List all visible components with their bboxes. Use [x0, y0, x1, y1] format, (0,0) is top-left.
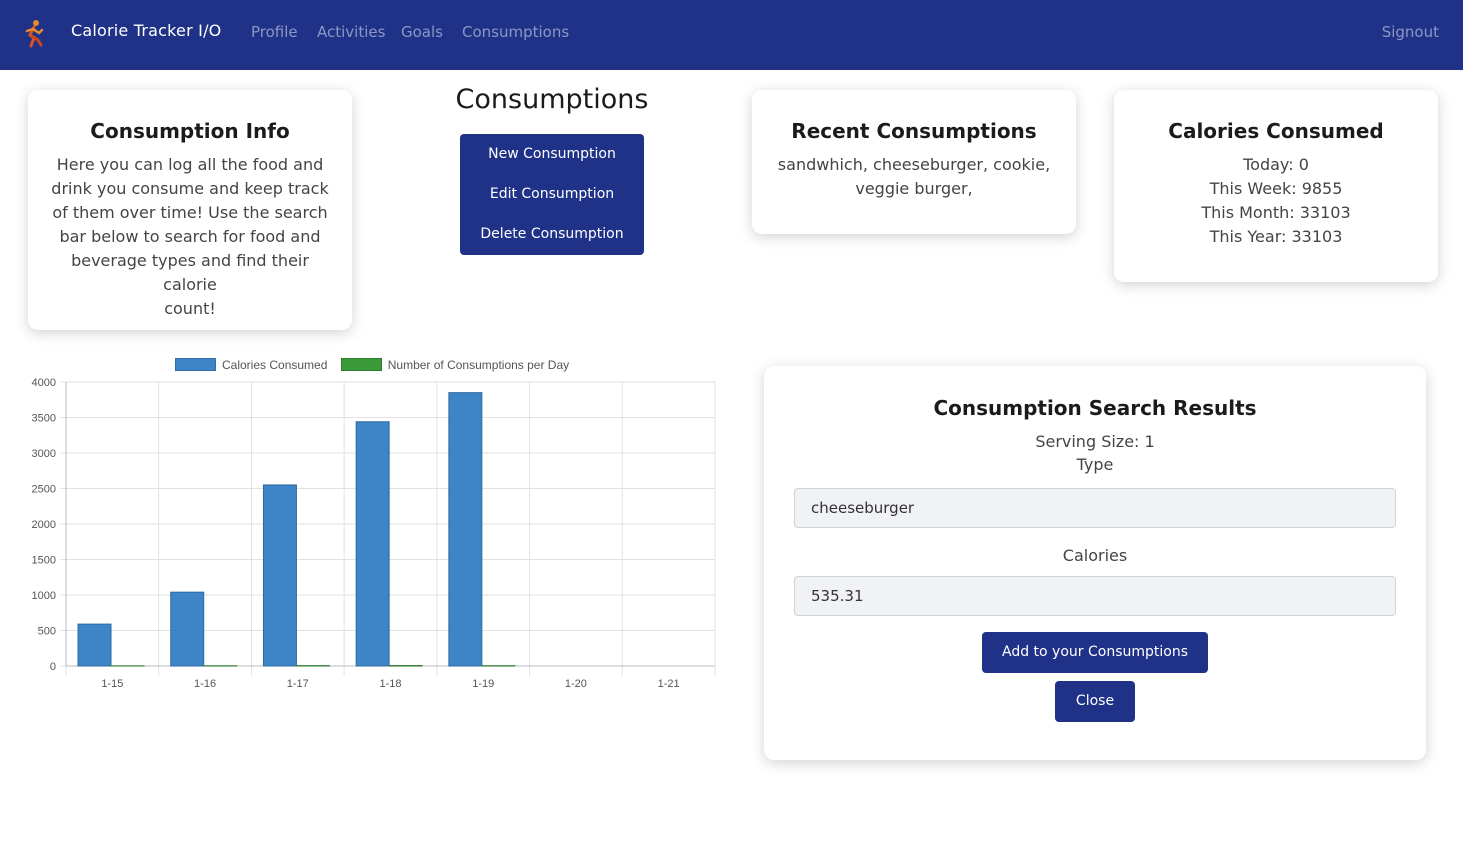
- recent-consumptions-list: sandwhich, cheeseburger, cookie, veggie …: [752, 153, 1076, 201]
- search-results-title: Consumption Search Results: [933, 396, 1257, 420]
- add-to-consumptions-button[interactable]: Add to your Consumptions: [982, 632, 1208, 673]
- bar-calories: [170, 591, 205, 667]
- y-tick-label: 4000: [32, 377, 56, 389]
- new-consumption-button[interactable]: New Consumption: [460, 134, 644, 174]
- calories-week: This Week: 9855: [1209, 179, 1343, 198]
- calories-consumed-stats: Today: 0 This Week: 9855 This Month: 331…: [1114, 153, 1438, 249]
- consumption-info-title: Consumption Info: [90, 119, 290, 143]
- x-tick-label: 1-19: [472, 678, 494, 690]
- consumptions-heading: Consumptions: [455, 84, 649, 115]
- info-line: count!: [164, 299, 216, 318]
- nav-link-goals[interactable]: Goals: [401, 23, 443, 41]
- recent-consumptions-title: Recent Consumptions: [791, 119, 1037, 143]
- y-tick-label: 3000: [32, 448, 56, 460]
- x-tick-label: 1-20: [565, 678, 587, 690]
- signout-link[interactable]: Signout: [1382, 23, 1439, 41]
- bar-calories: [77, 623, 112, 667]
- close-button[interactable]: Close: [1055, 681, 1135, 722]
- calories-month: This Month: 33103: [1201, 203, 1351, 222]
- recent-line: veggie burger,: [855, 179, 973, 198]
- consumption-info-text: Here you can log all the food and drink …: [28, 153, 352, 321]
- calories-year: This Year: 33103: [1209, 227, 1343, 246]
- info-line: bar below to search for food and: [59, 227, 321, 246]
- delete-consumption-button[interactable]: Delete Consumption: [460, 214, 644, 254]
- search-results-card: Consumption Search Results Serving Size:…: [764, 366, 1426, 760]
- edit-consumption-button[interactable]: Edit Consumption: [460, 174, 644, 214]
- bar-calories: [262, 484, 297, 667]
- info-line: drink you consume and keep track: [51, 179, 329, 198]
- brand-title[interactable]: Calorie Tracker I/O: [71, 21, 221, 40]
- nav-link-consumptions[interactable]: Consumptions: [462, 23, 569, 41]
- nav-link-activities[interactable]: Activities: [317, 23, 385, 41]
- serving-size: Serving Size: 1: [1035, 432, 1155, 451]
- nav-link-profile[interactable]: Profile: [251, 23, 298, 41]
- calories-label: Calories: [1062, 546, 1128, 565]
- navbar: Calorie Tracker I/O Profile Activities G…: [0, 0, 1463, 70]
- recent-line: sandwhich, cheeseburger, cookie,: [777, 155, 1051, 174]
- x-tick-label: 1-15: [101, 678, 123, 690]
- x-tick-label: 1-16: [194, 678, 216, 690]
- info-line: of them over time! Use the search: [52, 203, 328, 222]
- type-label: Type: [1076, 455, 1114, 474]
- y-tick-label: 3500: [32, 413, 56, 425]
- x-tick-label: 1-17: [287, 678, 309, 690]
- calories-field[interactable]: 535.31: [794, 576, 1396, 616]
- bar-calories: [448, 392, 483, 667]
- y-tick-label: 2000: [32, 519, 56, 531]
- y-tick-label: 0: [50, 661, 56, 673]
- consumption-actions: New Consumption Edit Consumption Delete …: [460, 134, 644, 255]
- calories-today: Today: 0: [1243, 155, 1309, 174]
- y-tick-label: 1500: [32, 555, 56, 567]
- type-field[interactable]: cheeseburger: [794, 488, 1396, 528]
- y-tick-label: 500: [38, 626, 56, 638]
- x-tick-label: 1-21: [658, 678, 680, 690]
- y-tick-label: 2500: [32, 484, 56, 496]
- runner-icon[interactable]: [20, 18, 46, 48]
- info-line: Here you can log all the food and: [56, 155, 324, 174]
- calories-chart: 0 500 1000 1500 2000 2500 3000 3500 4000 1-15 1-16…: [32, 377, 716, 690]
- bar-calories: [355, 421, 390, 667]
- consumption-info-card: Consumption Info Here you can log all th…: [28, 90, 352, 330]
- calories-consumed-title: Calories Consumed: [1168, 119, 1384, 143]
- y-tick-label: 1000: [32, 590, 56, 602]
- recent-consumptions-card: Recent Consumptions sandwhich, cheesebur…: [752, 90, 1076, 234]
- calories-consumed-card: Calories Consumed Today: 0 This Week: 98…: [1114, 90, 1438, 282]
- info-line: beverage types and find their calorie: [71, 251, 309, 294]
- x-tick-label: 1-18: [379, 678, 401, 690]
